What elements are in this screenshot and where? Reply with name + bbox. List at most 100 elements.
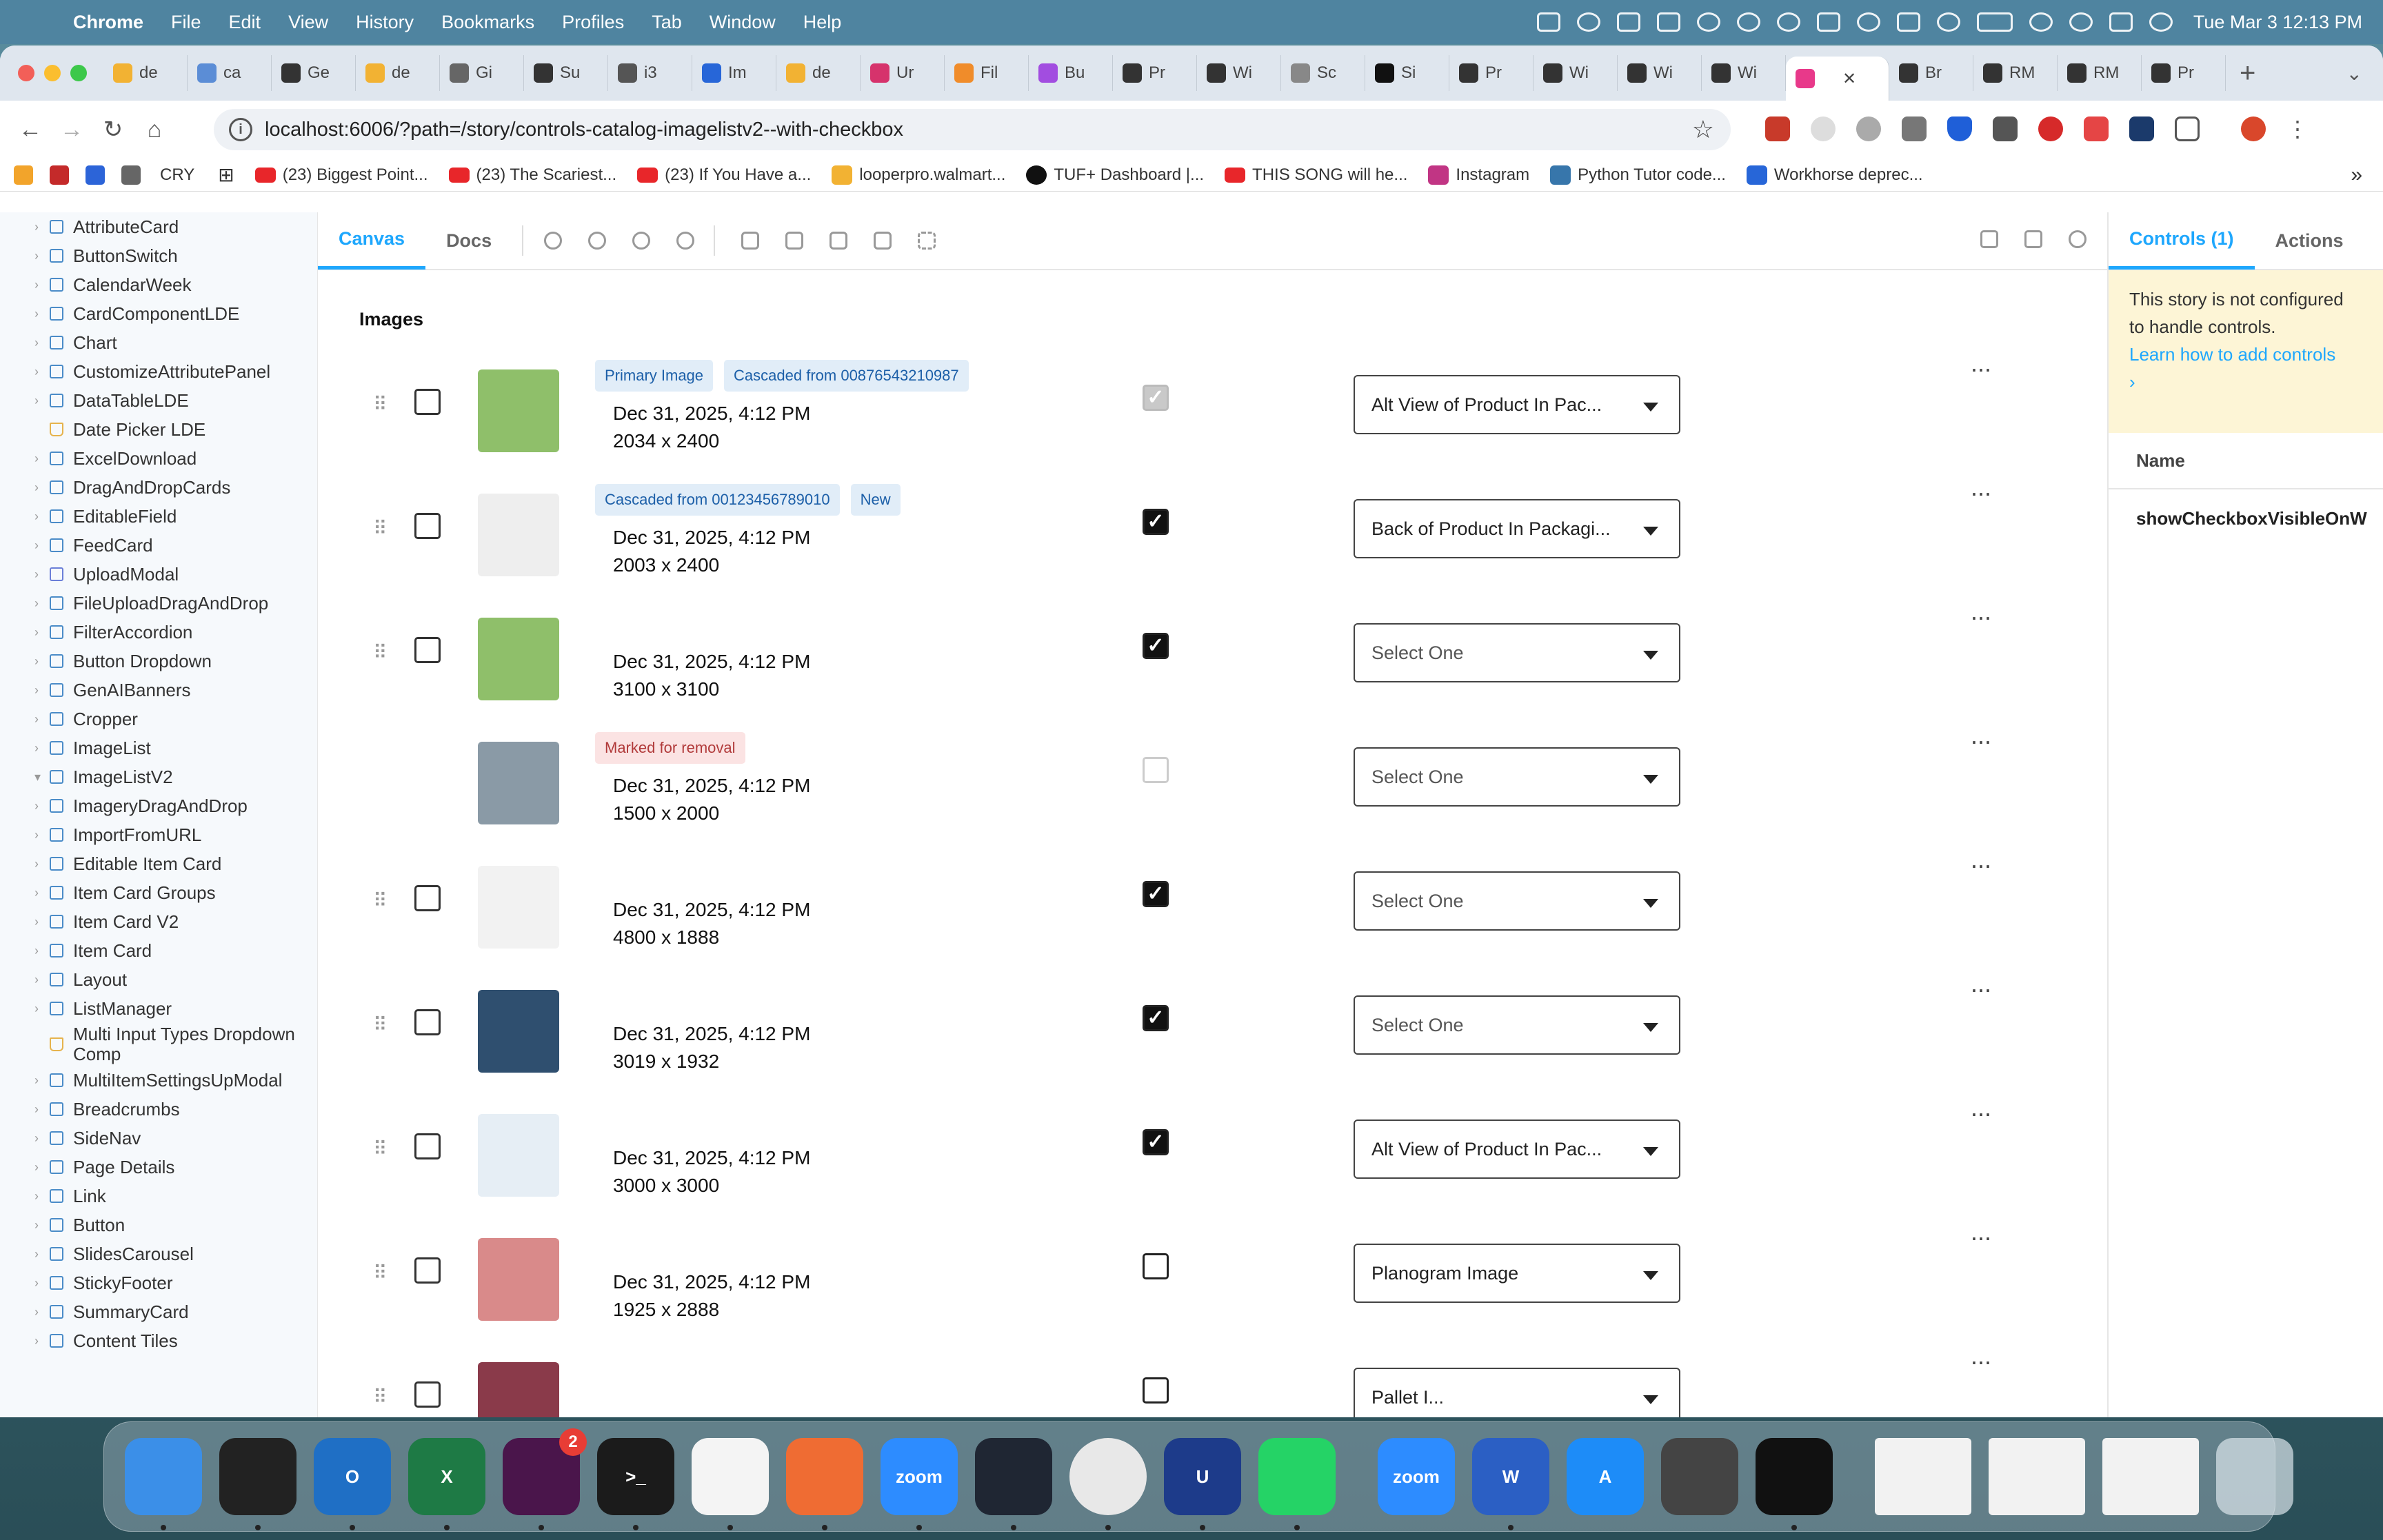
primary-checkbox[interactable] bbox=[1143, 1377, 1169, 1404]
select-image-checkbox[interactable] bbox=[414, 1133, 441, 1159]
sidebar-item[interactable]: › Layout bbox=[0, 965, 317, 994]
sidebar-item[interactable]: › Editable Item Card bbox=[0, 849, 317, 878]
zoom-status-icon[interactable] bbox=[1776, 12, 1800, 32]
browser-tab[interactable]: Gi bbox=[440, 55, 524, 91]
chevron-right-icon[interactable]: › bbox=[34, 973, 39, 987]
sidebar-item[interactable]: › SideNav bbox=[0, 1124, 317, 1153]
more-options-icon[interactable]: ··· bbox=[1970, 1347, 1992, 1376]
browser-tab[interactable]: ✕ bbox=[1786, 57, 1889, 101]
background-icon[interactable] bbox=[741, 232, 760, 250]
chevron-right-icon[interactable]: › bbox=[34, 944, 39, 958]
sidebar-item[interactable]: › SummaryCard bbox=[0, 1297, 317, 1326]
browser-tab[interactable]: Pr bbox=[1113, 55, 1197, 91]
menu-app-name[interactable]: Chrome bbox=[73, 12, 143, 33]
sidebar-item[interactable]: › ImportFromURL bbox=[0, 820, 317, 849]
user-icon[interactable] bbox=[1936, 12, 1960, 32]
menu-item-window[interactable]: Window bbox=[710, 12, 776, 33]
open-new-tab-icon[interactable] bbox=[2024, 230, 2042, 248]
sidebar-item[interactable]: › Link bbox=[0, 1182, 317, 1210]
drag-handle-icon[interactable]: ⠿ bbox=[373, 1137, 387, 1160]
outline-icon[interactable] bbox=[918, 232, 936, 250]
primary-checkbox[interactable]: ✓ bbox=[1143, 509, 1169, 535]
chevron-right-icon[interactable]: › bbox=[34, 1247, 39, 1262]
browser-tab[interactable]: ca bbox=[188, 55, 272, 91]
back-arrow-icon[interactable]: ← bbox=[10, 116, 51, 143]
bookmark-item[interactable]: (23) The Scariest... bbox=[448, 165, 616, 185]
more-options-icon[interactable]: ··· bbox=[1970, 851, 1992, 880]
browser-tab[interactable]: Wi bbox=[1702, 55, 1786, 91]
browser-tab[interactable]: Pr bbox=[2142, 55, 2226, 91]
browser-tab[interactable]: Fil bbox=[945, 55, 1029, 91]
menu-item-bookmarks[interactable]: Bookmarks bbox=[441, 12, 534, 33]
tab-canvas[interactable]: Canvas bbox=[318, 212, 426, 270]
dock-app-postman[interactable] bbox=[786, 1438, 863, 1530]
sidebar-item[interactable]: › CalendarWeek bbox=[0, 270, 317, 299]
asterisk-icon[interactable] bbox=[1736, 12, 1760, 32]
drag-handle-icon[interactable]: ⠿ bbox=[373, 889, 387, 912]
chevron-right-icon[interactable]: › bbox=[34, 567, 39, 582]
select-image-checkbox[interactable] bbox=[414, 1257, 441, 1284]
image-type-select[interactable]: Alt View of Product In Pac... bbox=[1354, 1119, 1680, 1179]
tab-docs[interactable]: Docs bbox=[425, 212, 512, 270]
dock-app-word[interactable]: W bbox=[1472, 1438, 1549, 1530]
chevron-right-icon[interactable]: › bbox=[34, 509, 39, 524]
chevron-right-icon[interactable]: › bbox=[34, 336, 39, 350]
search-icon[interactable] bbox=[2069, 12, 2093, 32]
menu-item-file[interactable]: File bbox=[171, 12, 201, 33]
bookmark-folder-orange-icon[interactable] bbox=[14, 165, 33, 185]
bar-chart-icon[interactable] bbox=[1656, 12, 1680, 32]
sidebar-item[interactable]: › UploadModal bbox=[0, 560, 317, 589]
reload-icon[interactable]: ↻ bbox=[92, 116, 134, 143]
apps-grid-icon[interactable]: ⊞ bbox=[218, 163, 234, 186]
dots-icon[interactable] bbox=[1896, 12, 1920, 32]
chevron-right-icon[interactable]: › bbox=[34, 625, 39, 640]
sidebar-item[interactable]: › Button Dropdown bbox=[0, 647, 317, 676]
dock-app-cube-app[interactable] bbox=[1756, 1438, 1833, 1530]
browser-tab[interactable]: Wi bbox=[1197, 55, 1281, 91]
browser-tab[interactable]: de bbox=[776, 55, 861, 91]
sidebar-item[interactable]: › ImageList bbox=[0, 733, 317, 762]
menu-item-tab[interactable]: Tab bbox=[652, 12, 682, 33]
browser-tab[interactable]: i3 bbox=[608, 55, 692, 91]
extension-gray-icon[interactable] bbox=[1856, 116, 1881, 141]
sidebar-item[interactable]: › Content Tiles bbox=[0, 1326, 317, 1355]
more-options-icon[interactable]: ··· bbox=[1970, 1223, 1992, 1252]
chevron-right-icon[interactable]: › bbox=[34, 1160, 39, 1175]
chevron-right-icon[interactable]: › bbox=[34, 365, 39, 379]
more-options-icon[interactable]: ··· bbox=[1970, 1099, 1992, 1128]
dock-app-vpn[interactable] bbox=[692, 1438, 769, 1530]
drag-handle-icon[interactable]: ⠿ bbox=[373, 517, 387, 540]
tab-controls[interactable]: Controls (1) bbox=[2109, 212, 2255, 270]
measure-icon[interactable] bbox=[874, 232, 892, 250]
chevron-right-icon[interactable]: › bbox=[34, 683, 39, 698]
bookmark-item[interactable]: TUF+ Dashboard |... bbox=[1026, 165, 1204, 185]
chevron-right-icon[interactable]: › bbox=[34, 1102, 39, 1117]
more-options-icon[interactable]: ··· bbox=[1970, 478, 1992, 507]
primary-checkbox[interactable]: ✓ bbox=[1143, 881, 1169, 907]
bookmark-item[interactable]: (23) If You Have a... bbox=[637, 165, 811, 185]
chevron-right-icon[interactable]: › bbox=[34, 1334, 39, 1348]
extension-face-icon[interactable] bbox=[1811, 116, 1836, 141]
bookmark-item[interactable]: Instagram bbox=[1428, 165, 1529, 185]
sidebar-item[interactable]: ▾ ImageListV2 bbox=[0, 762, 317, 791]
dock-app-outlook[interactable]: O bbox=[314, 1438, 391, 1530]
chevron-right-icon[interactable]: › bbox=[34, 915, 39, 929]
image-type-select[interactable]: Alt View of Product In Pac... bbox=[1354, 375, 1680, 434]
extension-shield-icon[interactable] bbox=[1947, 116, 1972, 141]
more-options-icon[interactable]: ··· bbox=[1970, 602, 1992, 631]
sidebar-item[interactable]: › FilterAccordion bbox=[0, 618, 317, 647]
sidebar-item[interactable]: Multi Input Types Dropdown Comp bbox=[0, 1023, 317, 1066]
browser-tab[interactable]: Ge bbox=[272, 55, 356, 91]
menu-item-view[interactable]: View bbox=[288, 12, 328, 33]
sidebar-item[interactable]: › ImageryDragAndDrop bbox=[0, 791, 317, 820]
dock-app-uplift[interactable]: U bbox=[1164, 1438, 1241, 1530]
dock-app-vscode[interactable] bbox=[975, 1438, 1052, 1530]
tab-close-icon[interactable]: ✕ bbox=[1842, 69, 1856, 89]
bookmark-item[interactable]: Workhorse deprec... bbox=[1746, 165, 1923, 185]
close-window-button[interactable] bbox=[18, 65, 34, 81]
more-options-icon[interactable]: ··· bbox=[1970, 354, 1992, 383]
extension-play-icon[interactable] bbox=[1902, 116, 1927, 141]
key-icon[interactable] bbox=[1856, 12, 1880, 32]
chevron-right-icon[interactable]: › bbox=[34, 596, 39, 611]
chevron-right-icon[interactable]: › bbox=[34, 857, 39, 871]
